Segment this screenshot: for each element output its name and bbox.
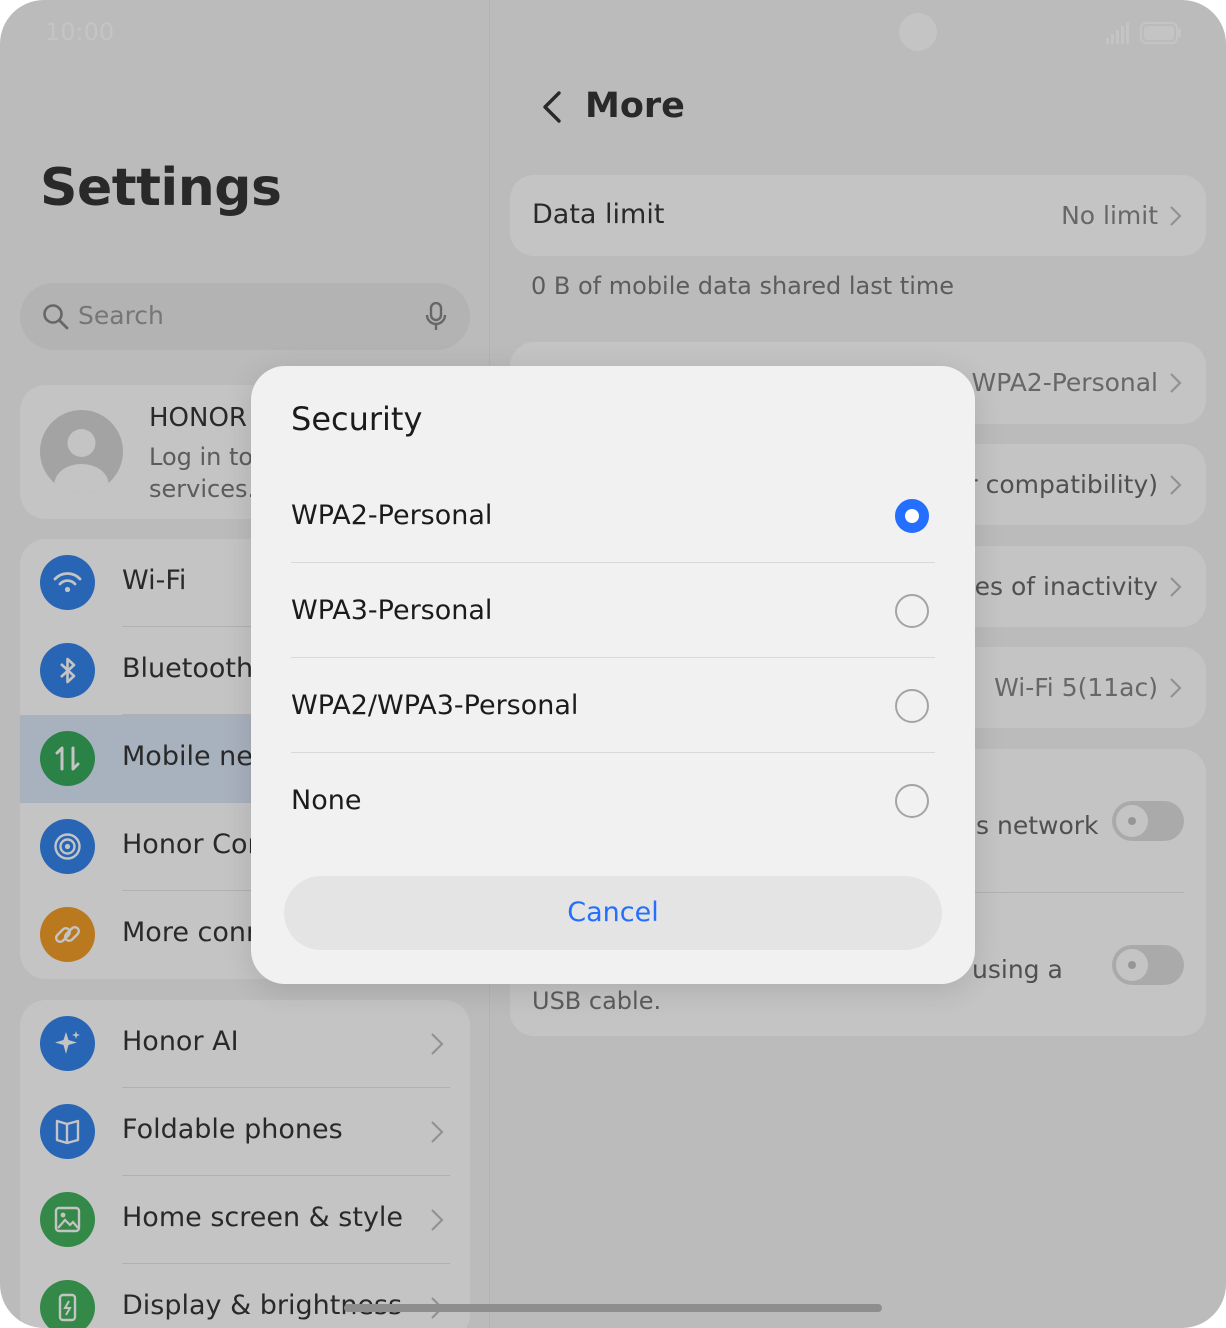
home-indicator[interactable] bbox=[344, 1304, 882, 1312]
radio-selected[interactable] bbox=[895, 499, 929, 533]
option-label: WPA2-Personal bbox=[291, 500, 493, 531]
option-label: WPA3-Personal bbox=[291, 595, 493, 626]
cancel-label: Cancel bbox=[567, 897, 659, 928]
option-wpa3-personal[interactable]: WPA3-Personal bbox=[291, 563, 935, 658]
security-dialog: Security WPA2-Personal WPA3-Personal WPA… bbox=[251, 366, 975, 984]
cancel-button[interactable]: Cancel bbox=[284, 876, 942, 950]
radio-unselected[interactable] bbox=[895, 689, 929, 723]
option-wpa2-personal[interactable]: WPA2-Personal bbox=[291, 468, 935, 563]
device-screen: 10:00 Settings Search HONOR Log in to se… bbox=[0, 0, 1226, 1328]
dialog-title: Security bbox=[291, 400, 423, 438]
option-label: None bbox=[291, 785, 362, 816]
option-none[interactable]: None bbox=[291, 753, 935, 848]
option-label: WPA2/WPA3-Personal bbox=[291, 690, 579, 721]
option-wpa2-wpa3-personal[interactable]: WPA2/WPA3-Personal bbox=[291, 658, 935, 753]
radio-unselected[interactable] bbox=[895, 594, 929, 628]
radio-unselected[interactable] bbox=[895, 784, 929, 818]
